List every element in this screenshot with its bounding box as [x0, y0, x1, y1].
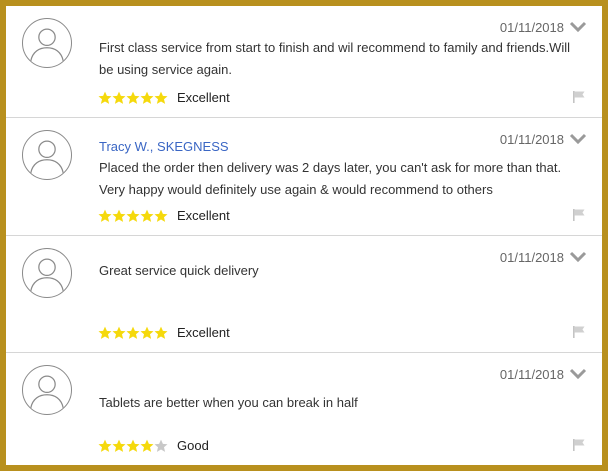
- chevron-down-icon[interactable]: [568, 130, 588, 148]
- rating: Good: [98, 438, 209, 453]
- user-avatar-icon: [22, 365, 72, 415]
- review-author[interactable]: Tracy W., SKEGNESS: [99, 139, 229, 154]
- review-item: 01/11/2018 Tablets are better when you c…: [6, 353, 602, 465]
- star-icon: [112, 439, 126, 453]
- review-item: 01/11/2018 First class service from star…: [6, 6, 602, 118]
- review-date: 01/11/2018: [499, 367, 564, 382]
- user-avatar-icon: [22, 130, 72, 180]
- flag-icon[interactable]: [572, 325, 586, 339]
- star-icon: [126, 439, 140, 453]
- star-icon: [154, 91, 168, 105]
- star-rating: [98, 91, 168, 105]
- rating-label: Excellent: [177, 90, 230, 105]
- star-rating: [98, 439, 168, 453]
- review-text: First class service from start to finish…: [99, 40, 571, 77]
- rating-label: Excellent: [177, 208, 230, 223]
- chevron-down-icon[interactable]: [568, 18, 588, 36]
- rating: Excellent: [98, 208, 230, 223]
- user-avatar-icon: [22, 18, 72, 68]
- star-icon: [98, 439, 112, 453]
- star-icon: [112, 326, 126, 340]
- review-text: Great service quick delivery: [99, 263, 259, 278]
- flag-icon[interactable]: [572, 208, 586, 222]
- star-icon: [140, 439, 154, 453]
- star-rating: [98, 326, 168, 340]
- star-icon: [112, 91, 126, 105]
- star-icon: [126, 326, 140, 340]
- chevron-down-icon[interactable]: [568, 365, 588, 383]
- star-icon: [126, 209, 140, 223]
- user-avatar-icon: [22, 248, 72, 298]
- flag-icon[interactable]: [572, 90, 586, 104]
- review-text: Placed the order then delivery was 2 day…: [99, 160, 562, 197]
- star-icon: [140, 209, 154, 223]
- reviews-panel: 01/11/2018 First class service from star…: [6, 6, 602, 465]
- rating-label: Excellent: [177, 325, 230, 340]
- star-icon: [140, 326, 154, 340]
- review-item: Tracy W., SKEGNESS 01/11/2018 Placed the…: [6, 118, 602, 236]
- review-text: Tablets are better when you can break in…: [99, 395, 358, 410]
- star-icon: [98, 91, 112, 105]
- review-item: 01/11/2018 Great service quick delivery …: [6, 236, 602, 353]
- review-date: 01/11/2018: [499, 132, 564, 147]
- star-icon: [154, 439, 168, 453]
- flag-icon[interactable]: [572, 438, 586, 452]
- rating: Excellent: [98, 325, 230, 340]
- star-icon: [112, 209, 126, 223]
- review-date: 01/11/2018: [499, 20, 564, 35]
- star-icon: [98, 326, 112, 340]
- rating: Excellent: [98, 90, 230, 105]
- star-icon: [154, 209, 168, 223]
- star-icon: [126, 91, 140, 105]
- rating-label: Good: [177, 438, 209, 453]
- star-rating: [98, 209, 168, 223]
- star-icon: [140, 91, 154, 105]
- star-icon: [154, 326, 168, 340]
- star-icon: [98, 209, 112, 223]
